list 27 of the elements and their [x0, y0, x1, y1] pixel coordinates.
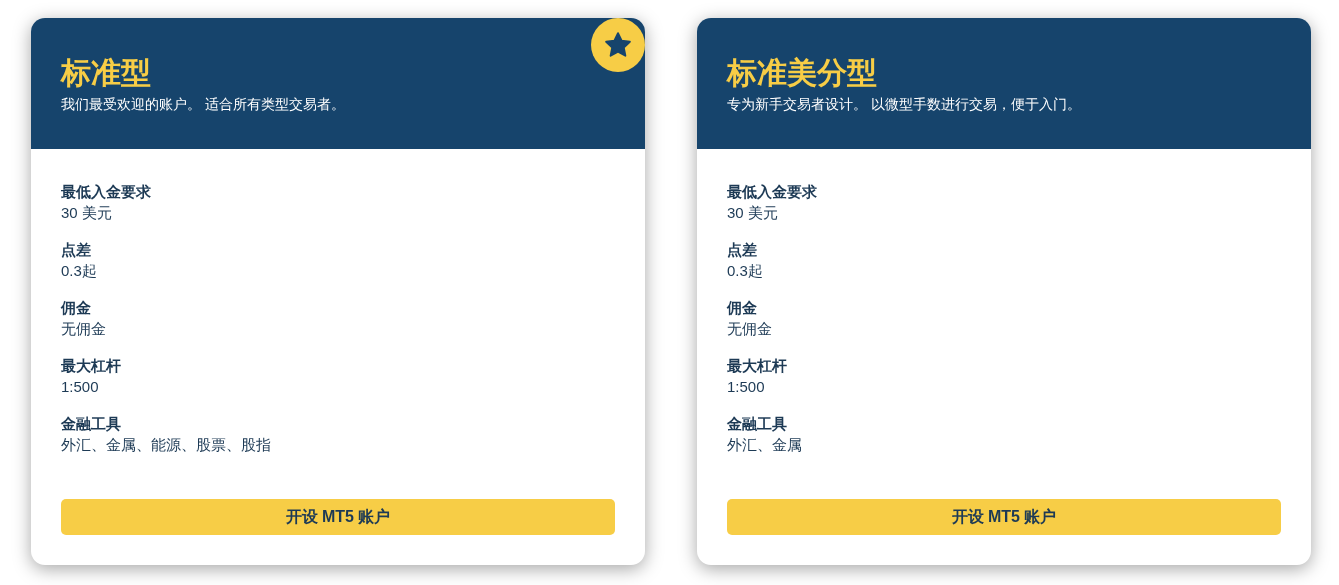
spec-value: 无佣金 — [61, 319, 107, 339]
spec-value: 无佣金 — [727, 319, 773, 339]
spec-value: 30 美元 — [61, 203, 113, 223]
spec-label: 最大杠杆 — [727, 356, 788, 376]
card-subtitle: 我们最受欢迎的账户。 适合所有类型交易者。 — [61, 95, 346, 114]
spec-label: 最低入金要求 — [61, 182, 152, 202]
spec-value: 1:500 — [61, 377, 100, 397]
spec-label: 点差 — [727, 240, 758, 260]
spec-value: 外汇、金属、能源、股票、股指 — [61, 435, 272, 455]
spec-value: 0.3起 — [61, 261, 98, 281]
spec-value: 外汇、金属 — [727, 435, 803, 455]
card-title: 标准美分型 — [727, 55, 878, 91]
spec-label: 最大杠杆 — [61, 356, 122, 376]
spec-label: 佣金 — [61, 298, 92, 318]
spec-label: 点差 — [61, 240, 92, 260]
card-subtitle: 专为新手交易者设计。 以微型手数进行交易，便于入门。 — [727, 95, 1082, 114]
star-icon — [603, 30, 633, 60]
spec-value: 0.3起 — [727, 261, 764, 281]
open-account-button[interactable]: 开设 MT5 账户 — [727, 499, 1281, 535]
open-account-button[interactable]: 开设 MT5 账户 — [61, 499, 615, 535]
spec-label: 佣金 — [727, 298, 758, 318]
spec-label: 最低入金要求 — [727, 182, 818, 202]
spec-value: 30 美元 — [727, 203, 779, 223]
spec-label: 金融工具 — [61, 414, 122, 434]
spec-value: 1:500 — [727, 377, 766, 397]
card-title: 标准型 — [61, 55, 152, 91]
spec-label: 金融工具 — [727, 414, 788, 434]
